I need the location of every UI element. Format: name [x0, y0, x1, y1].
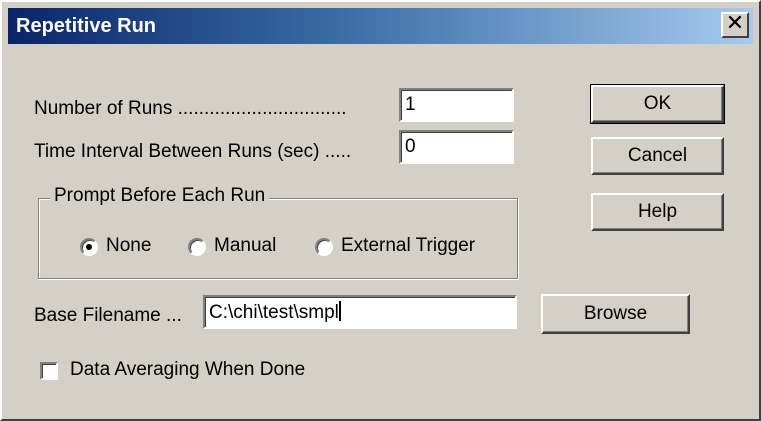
base-filename-input[interactable]: C:\chi\test\smpl	[203, 295, 517, 329]
close-button[interactable]: ✕	[721, 12, 749, 38]
data-averaging-label[interactable]: Data Averaging When Done	[70, 359, 305, 381]
close-icon: ✕	[725, 11, 745, 36]
number-of-runs-label: Number of Runs .........................…	[34, 98, 347, 119]
radio-none-label[interactable]: None	[106, 235, 151, 257]
text-caret	[338, 301, 341, 321]
window-title: Repetitive Run	[16, 15, 157, 37]
data-averaging-checkbox[interactable]	[40, 362, 58, 380]
time-interval-label: Time Interval Between Runs (sec) .....	[34, 141, 352, 162]
prompt-group-title: Prompt Before Each Run	[50, 185, 270, 207]
base-filename-label: Base Filename ...	[34, 305, 182, 326]
number-of-runs-value: 1	[405, 94, 416, 115]
repetitive-run-dialog: Repetitive Run ✕ Number of Runs ........…	[0, 0, 761, 421]
number-of-runs-input[interactable]: 1	[399, 88, 514, 122]
radio-manual-label[interactable]: Manual	[214, 235, 276, 257]
title-bar: Repetitive Run ✕	[8, 8, 753, 44]
cancel-button[interactable]: Cancel	[591, 137, 724, 175]
radio-selected-dot	[86, 244, 92, 250]
base-filename-value: C:\chi\test\smpl	[209, 302, 339, 323]
radio-none[interactable]	[80, 238, 98, 256]
help-button[interactable]: Help	[591, 193, 724, 231]
ok-button[interactable]: OK	[590, 84, 725, 124]
radio-external-trigger-label[interactable]: External Trigger	[341, 235, 475, 257]
time-interval-input[interactable]: 0	[399, 130, 514, 164]
browse-button[interactable]: Browse	[541, 294, 690, 334]
radio-manual[interactable]	[188, 238, 206, 256]
time-interval-value: 0	[405, 136, 416, 157]
radio-external-trigger[interactable]	[315, 238, 333, 256]
